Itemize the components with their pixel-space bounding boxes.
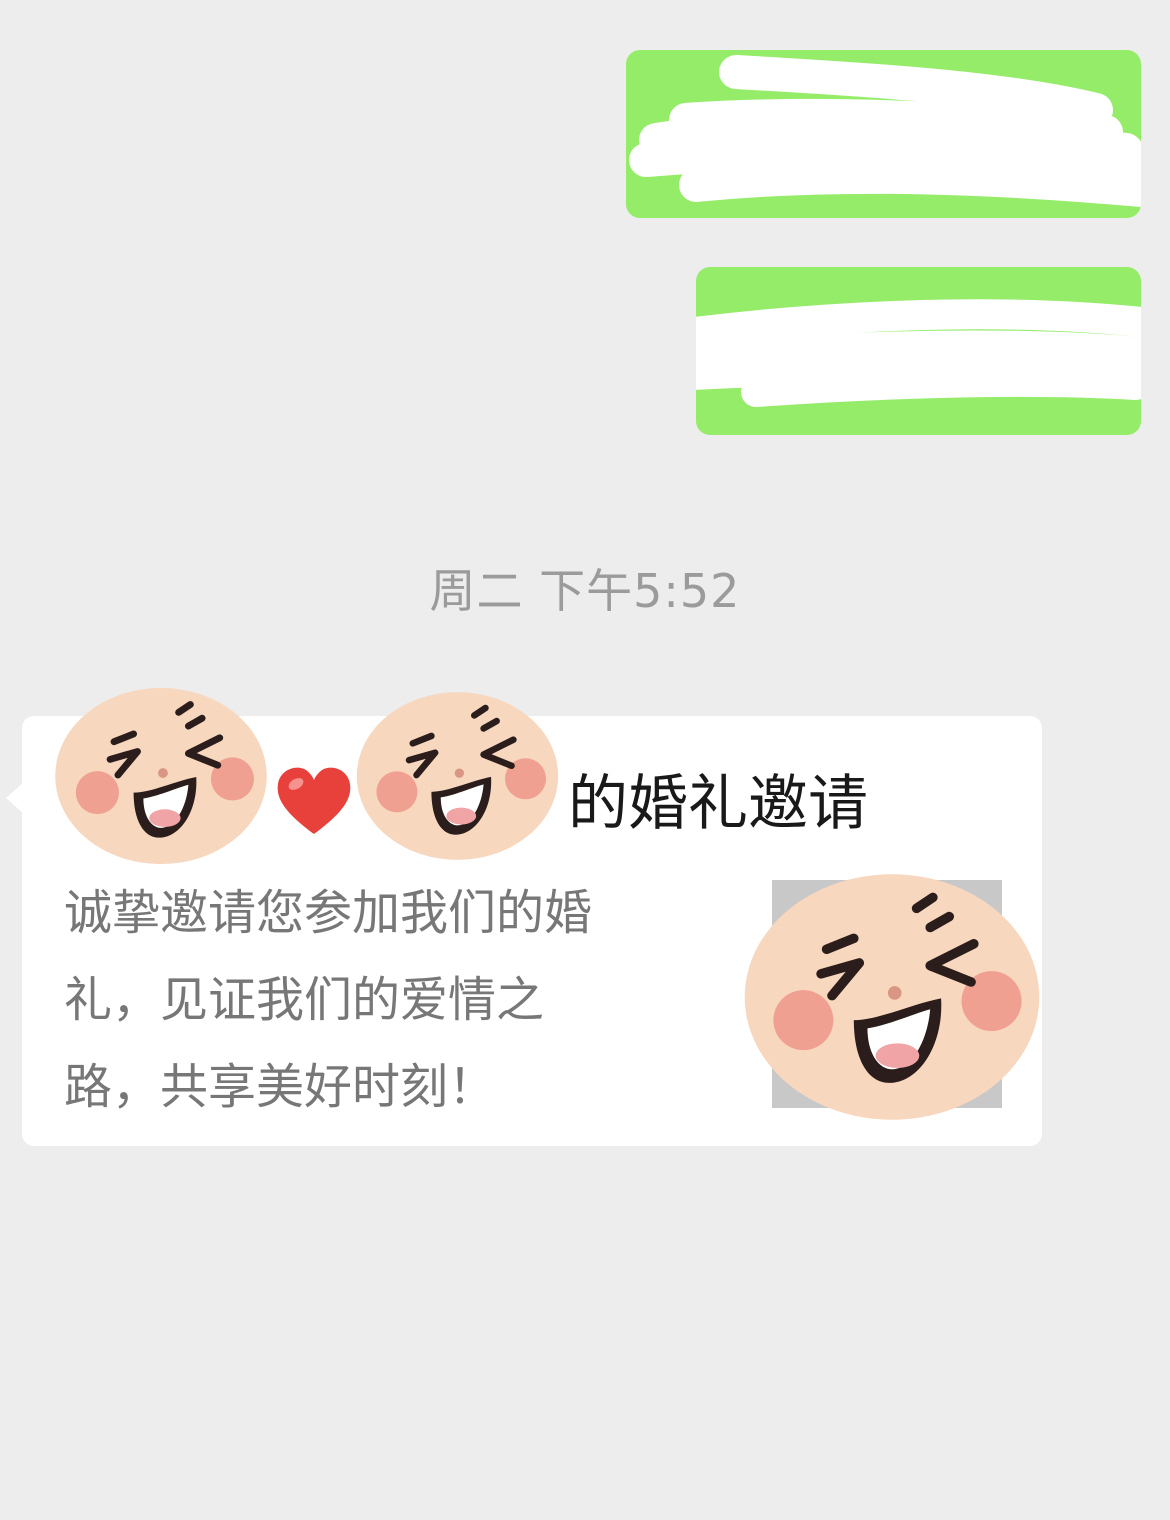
description-line: 路，共享美好时刻！ <box>64 1059 497 1115</box>
laughing-face-sticker-icon <box>356 692 559 860</box>
description-line: 诚挚邀请您参加我们的婚 <box>64 885 593 941</box>
red-heart-icon <box>277 767 351 834</box>
outgoing-message-bubble[interactable] <box>626 50 1141 218</box>
chat-screen: 周二 下午5:52 的婚礼邀请 诚挚邀请您参加我们的婚 礼，见证我们的爱情之 路… <box>0 0 1170 1520</box>
description-line: 礼，见证我们的爱情之 <box>64 972 545 1028</box>
message-timestamp: 周二 下午5:52 <box>429 564 741 618</box>
redaction-scribble <box>629 55 1141 207</box>
outgoing-message-bubble[interactable] <box>696 267 1141 435</box>
redaction-scribble <box>696 299 1141 407</box>
laughing-face-sticker-icon <box>55 687 267 865</box>
link-card-description: 诚挚邀请您参加我们的婚 礼，见证我们的爱情之 路，共享美好时刻！ <box>64 870 724 1131</box>
link-card-title: 的婚礼邀请 <box>568 769 868 839</box>
laughing-face-sticker-icon <box>744 874 1040 1120</box>
